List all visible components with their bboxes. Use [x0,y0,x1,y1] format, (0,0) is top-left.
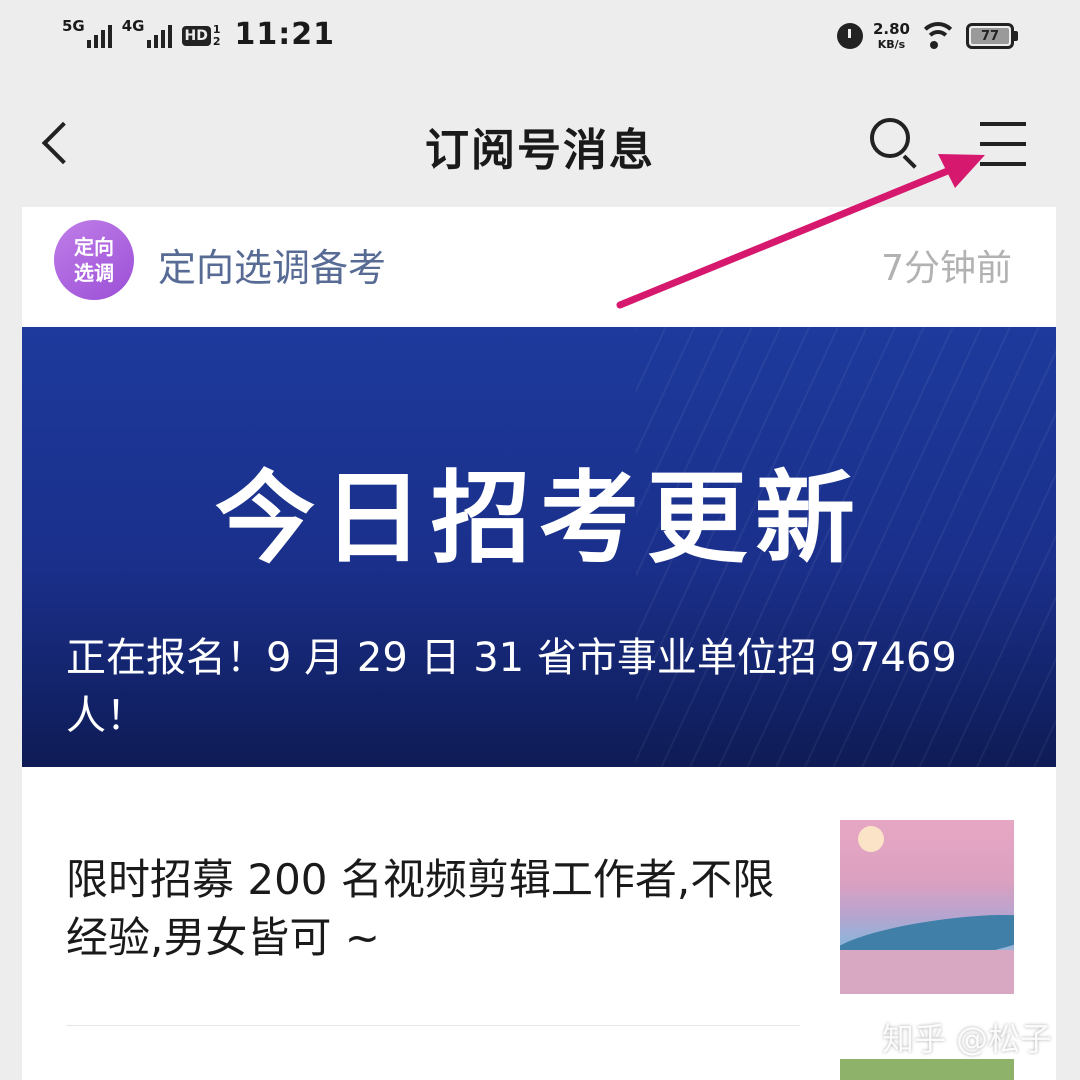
nav-bar: 订阅号消息 [0,82,1080,202]
account-name[interactable]: 定向选调备考 [158,237,386,292]
signal-bars-icon [86,22,112,48]
divider [66,1025,800,1026]
status-bar: 5G 4G HD 1 2 11:21 2.80 KB/s 77 [0,0,1080,80]
article-title: 限时招募 200 名视频剪辑工作者,不限经验,男女皆可 ~ [66,855,775,962]
status-right: 2.80 KB/s 77 [836,20,1018,51]
signal-bars-icon [146,22,172,48]
banner-headline: 今日招考更新 [215,460,863,577]
article-thumbnail [840,820,1014,994]
hamburger-menu-icon [980,122,1026,126]
battery-level: 77 [971,28,1009,44]
search-icon [870,118,910,158]
menu-button[interactable] [970,114,1034,174]
watermark: 知乎 @松子 [882,1020,1053,1058]
clock: 11:21 [234,17,335,52]
card-header[interactable]: 定向 选调 定向选调备考 7分钟前 [22,207,1056,327]
featured-article-banner[interactable]: 今日招考更新 正在报名！9 月 29 日 31 省市事业单位招 97469 人！ [22,327,1056,767]
hd-volte-icon: HD 1 2 [181,24,221,48]
battery-icon: 77 [966,23,1018,49]
network-type-label: 5G [62,17,85,35]
list-item[interactable]: 限时招募 200 名视频剪辑工作者,不限经验,男女皆可 ~ [22,767,1056,1027]
article-thumbnail [840,1059,1014,1080]
network-type-label: 4G [121,17,145,35]
timestamp: 7分钟前 [881,248,1012,289]
status-left: 5G 4G HD 1 2 11:21 [62,17,335,52]
signal-4g: 4G [121,17,172,48]
alarm-icon [836,23,863,49]
avatar[interactable]: 定向 选调 [54,220,134,300]
wifi-icon [920,22,956,50]
signal-5g: 5G [62,17,112,48]
network-speed: 2.80 KB/s [872,20,910,51]
banner-caption: 正在报名！9 月 29 日 31 省市事业单位招 97469 人！ [66,635,957,739]
search-button[interactable] [862,112,926,176]
message-card[interactable]: 定向 选调 定向选调备考 7分钟前 今日招考更新 正在报名！9 月 29 日 3… [22,207,1056,1080]
